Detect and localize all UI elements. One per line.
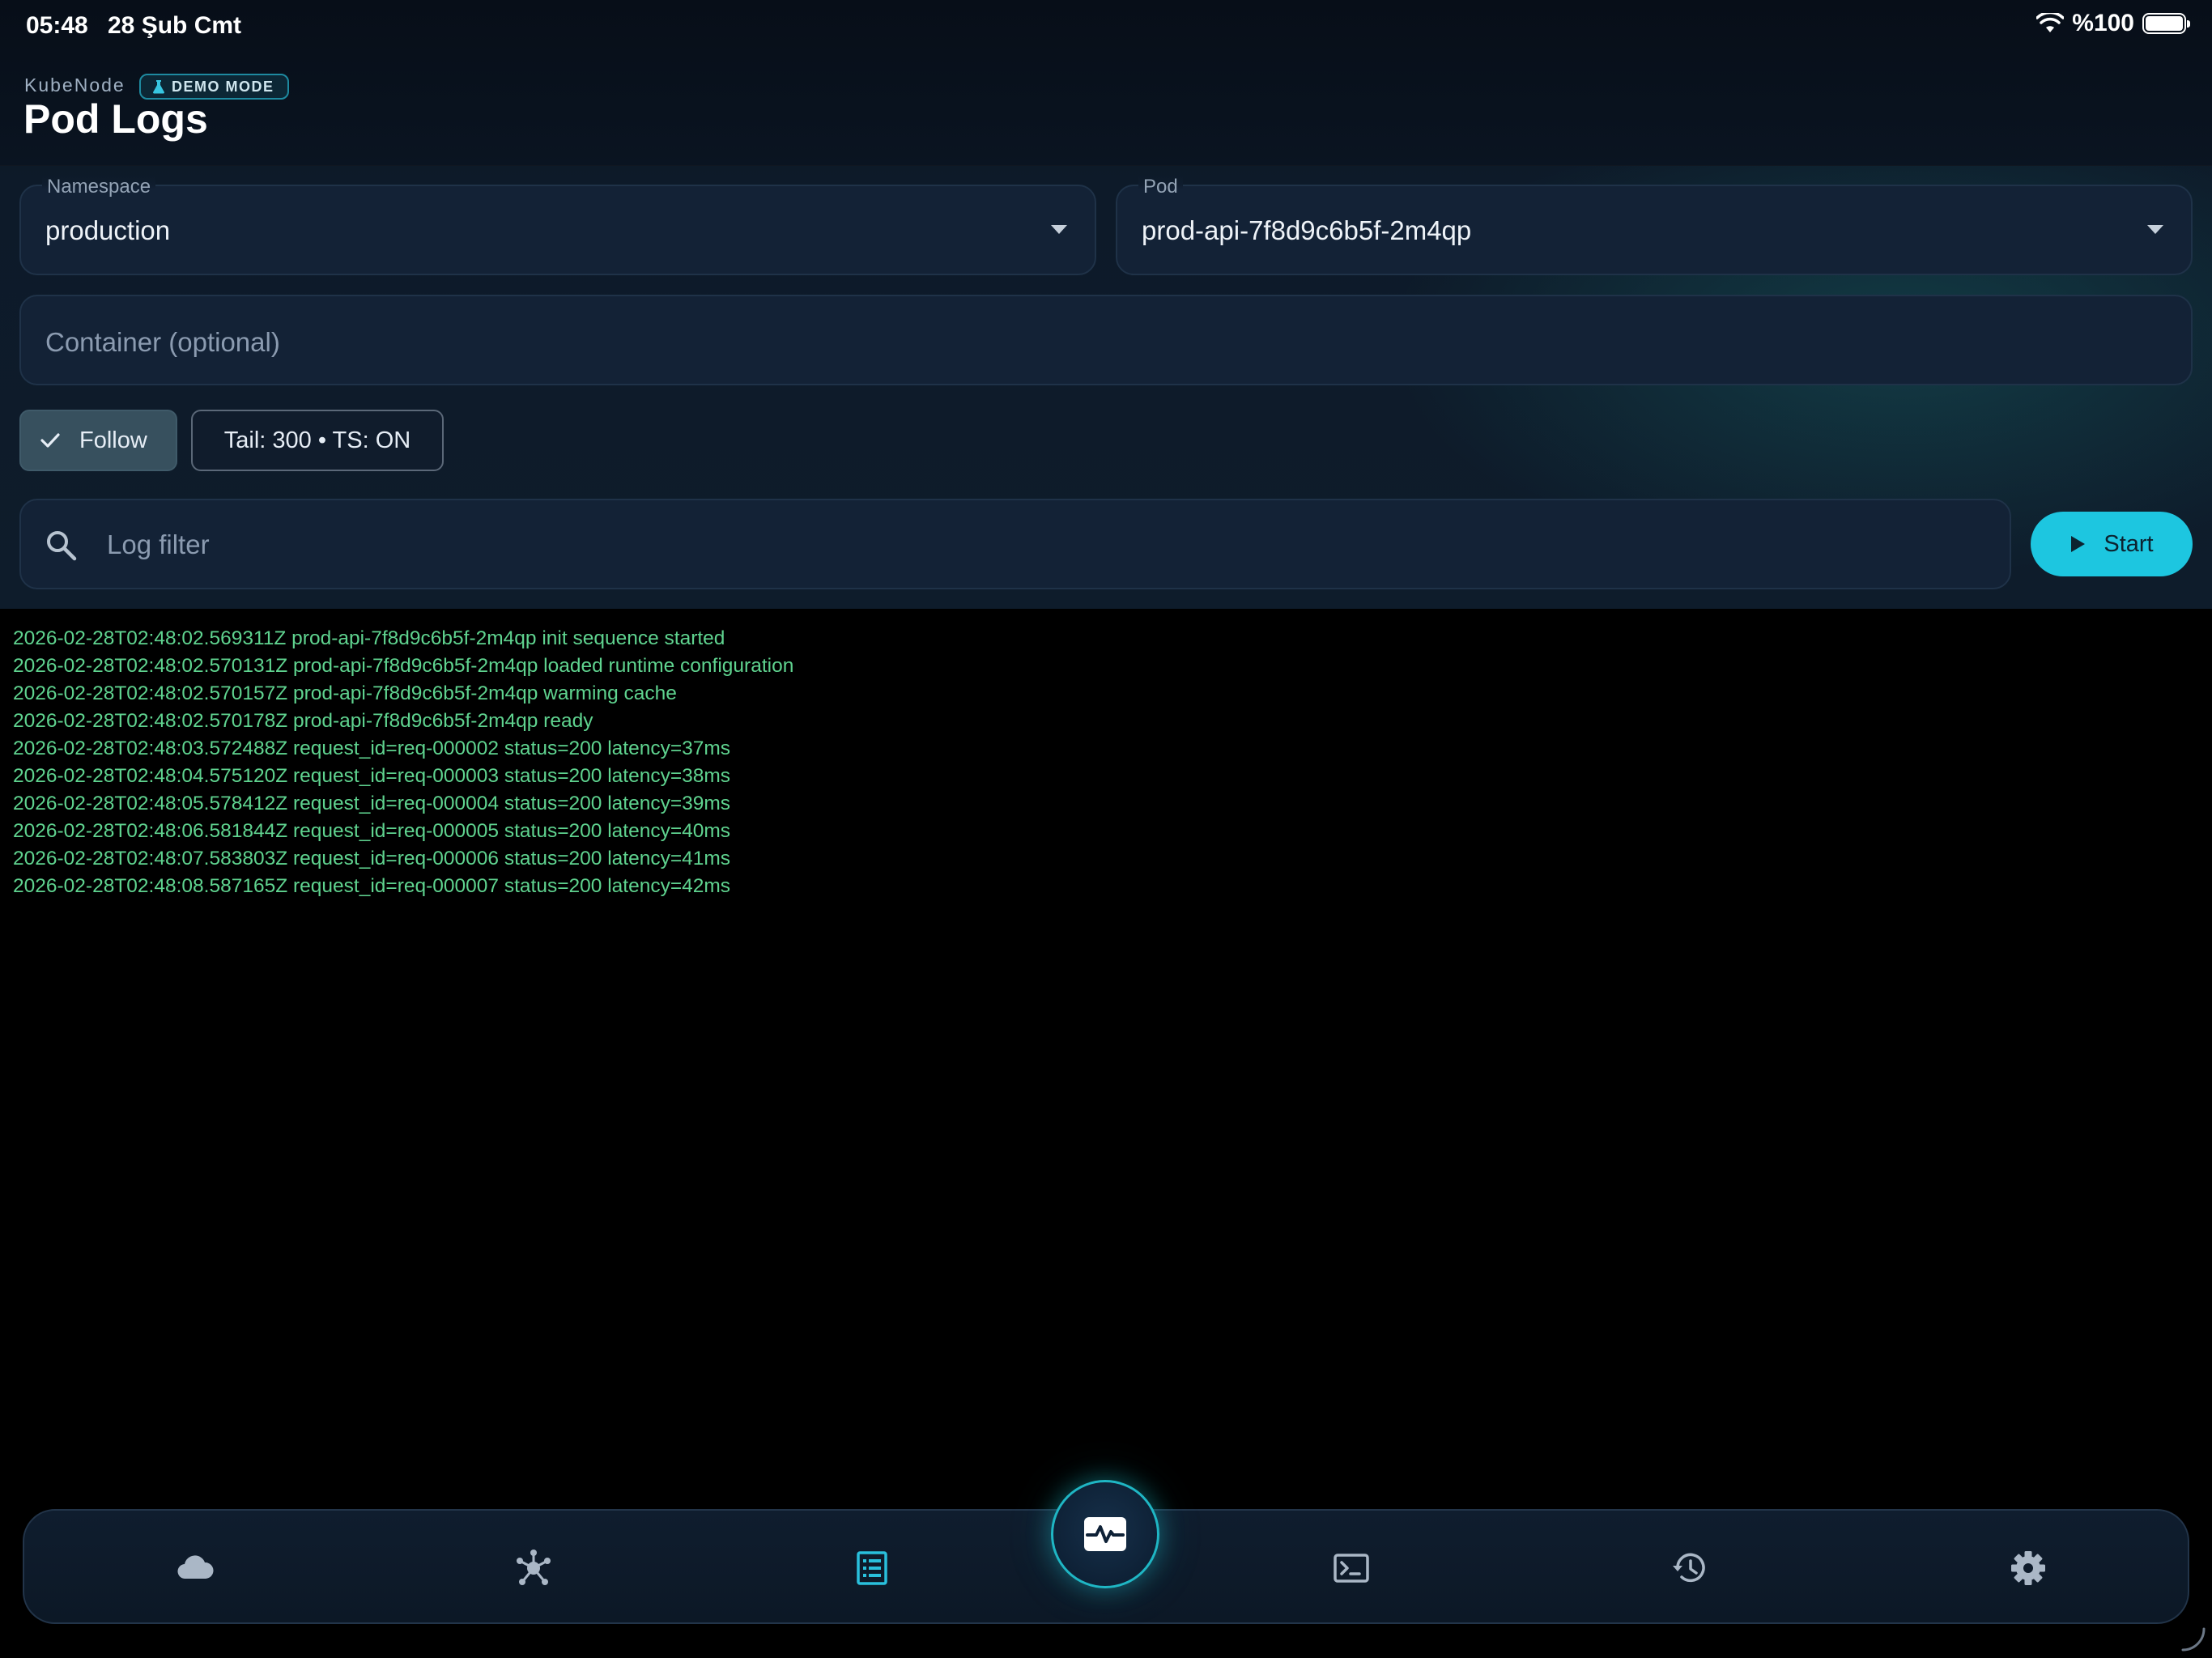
log-filter-field[interactable] (19, 499, 2011, 589)
nav-item-terminal[interactable] (1323, 1540, 1380, 1596)
namespace-select[interactable]: Namespace production (19, 176, 1096, 275)
log-output: 2026-02-28T02:48:02.569311Z prod-api-7f8… (0, 609, 2212, 1459)
nav-item-history[interactable] (1661, 1540, 1718, 1596)
log-line: 2026-02-28T02:48:03.572488Z request_id=r… (13, 738, 731, 759)
nav-item-clusters[interactable] (167, 1540, 223, 1596)
search-icon (47, 531, 77, 561)
follow-chip[interactable]: Follow (19, 410, 177, 471)
namespace-label: Namespace (42, 176, 156, 198)
terminal-icon (1334, 1554, 1369, 1583)
battery-percent: %100 (2072, 10, 2134, 36)
status-time: 05:48 (26, 12, 88, 39)
log-line: 2026-02-28T02:48:06.581844Z request_id=r… (13, 820, 731, 842)
battery-icon (2142, 13, 2190, 34)
pulse-monitor-icon (1084, 1517, 1126, 1551)
log-line: 2026-02-28T02:48:02.569311Z prod-api-7f8… (13, 627, 725, 649)
status-bar: 05:48 28 Şub Cmt %100 (0, 0, 2212, 52)
container-placeholder: Container (optional) (45, 327, 280, 357)
start-button-label: Start (2104, 530, 2154, 557)
page-title: Pod Logs (23, 96, 208, 142)
status-date: 28 Şub Cmt (108, 12, 242, 39)
demo-badge-label: DEMO MODE (172, 78, 274, 95)
tail-settings-chip[interactable]: Tail: 300 • TS: ON (191, 410, 444, 471)
app-root: 05:48 28 Şub Cmt %100 KubeNode DEMO MODE… (0, 0, 2212, 1658)
flask-icon (152, 80, 165, 94)
logs-list-icon (857, 1551, 887, 1585)
check-icon (40, 433, 60, 448)
log-line: 2026-02-28T02:48:07.583803Z request_id=r… (13, 848, 731, 869)
pod-value: prod-api-7f8d9c6b5f-2m4qp (1142, 215, 1472, 245)
container-input[interactable]: Container (optional) (19, 295, 2193, 385)
namespace-value: production (45, 215, 171, 245)
follow-chip-label: Follow (79, 427, 147, 453)
nav-item-settings[interactable] (2000, 1540, 2057, 1596)
log-line: 2026-02-28T02:48:08.587165Z request_id=r… (13, 875, 731, 897)
log-line: 2026-02-28T02:48:02.570131Z prod-api-7f8… (13, 655, 794, 677)
chevron-down-icon (2147, 225, 2163, 234)
pod-label: Pod (1138, 176, 1183, 198)
chevron-down-icon (1051, 225, 1067, 234)
log-line: 2026-02-28T02:48:02.570178Z prod-api-7f8… (13, 710, 593, 732)
tail-chip-label: Tail: 300 • TS: ON (223, 427, 411, 453)
play-icon (2071, 536, 2086, 552)
nav-item-logs[interactable] (844, 1540, 900, 1596)
resize-handle-icon (2181, 1627, 2206, 1652)
log-line: 2026-02-28T02:48:02.570157Z prod-api-7f8… (13, 682, 677, 704)
gear-icon (2011, 1551, 2045, 1585)
nav-item-resources[interactable] (505, 1540, 562, 1596)
cluster-icon (517, 1550, 551, 1585)
log-line: 2026-02-28T02:48:05.578412Z request_id=r… (13, 793, 731, 814)
log-line: 2026-02-28T02:48:04.575120Z request_id=r… (13, 765, 731, 787)
pod-select[interactable]: Pod prod-api-7f8d9c6b5f-2m4qp (1116, 176, 2193, 275)
wifi-icon (2036, 13, 2065, 32)
start-button[interactable]: Start (2031, 512, 2193, 576)
status-right: %100 (2036, 10, 2190, 37)
log-filter-input[interactable] (105, 520, 1967, 570)
cloud-icon (177, 1555, 214, 1579)
app-name: KubeNode (24, 74, 125, 96)
history-icon (1673, 1553, 1705, 1583)
monitor-fab[interactable] (1051, 1480, 1159, 1588)
top-area: 05:48 28 Şub Cmt %100 KubeNode DEMO MODE… (0, 0, 2212, 609)
